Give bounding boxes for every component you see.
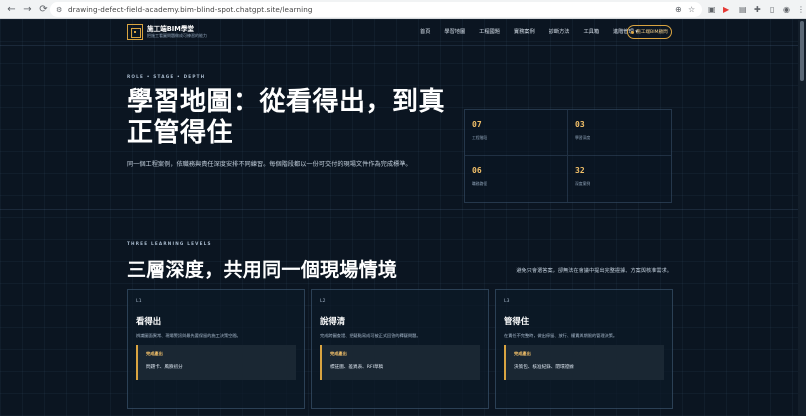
back-arrow-icon[interactable]: ← [5, 3, 18, 16]
cta-dot-icon [631, 30, 635, 34]
deliverable-box: 完成產出 標註圖、差異表、RFI草稿 [320, 345, 480, 380]
level-card-l3[interactable]: L3 管得住 在責任不完整時，做出停留、放行、權責與期限的管理決策。 完成產出 … [495, 289, 673, 409]
consultant-button[interactable]: 施工端BIM顧問 [627, 25, 672, 39]
stat-label: 職務路徑 [472, 181, 488, 186]
deliverable-value: 決策包、核准紀錄、閉環證據 [514, 365, 574, 370]
nav-toolbox[interactable]: 工具箱 [583, 28, 599, 35]
extension-icon-1[interactable]: ▣ [708, 3, 716, 15]
level-description: 在責任不完整時，做出停留、放行、權責與期限的管理決策。 [504, 333, 618, 338]
stat-value: 32 [575, 166, 585, 175]
deliverable-label: 完成產出 [330, 351, 347, 356]
deliverable-value: 標註圖、差異表、RFI草稿 [330, 365, 384, 370]
deliverable-box: 完成產出 問題卡、風險初分 [136, 345, 296, 380]
brand-logo-icon [127, 24, 143, 40]
level-cards: L1 看得出 辨識圖面異常、現場警訊與最先要保留的施工決策空間。 完成產出 問題… [127, 289, 673, 409]
stat-value: 06 [472, 166, 482, 175]
scrollbar-thumb[interactable] [800, 21, 804, 81]
stat-label: 工程階段 [472, 135, 488, 140]
browser-menu-icon[interactable]: ⋮ [797, 3, 805, 15]
hero-kicker: ROLE • STAGE • DEPTH [127, 74, 206, 79]
level-title: 看得出 [136, 316, 162, 326]
level-title: 管得住 [504, 316, 530, 326]
extensions-puzzle-icon[interactable]: ✚ [754, 3, 761, 15]
nav-learning-map[interactable]: 學習地圖 [444, 28, 465, 35]
brand[interactable]: 施工端BIM學堂 把施工看圖問題做成可練習的能力 [127, 24, 207, 40]
deliverable-box: 完成產出 決策包、核准紀錄、閉環證據 [504, 345, 664, 380]
section-divider [0, 209, 798, 210]
level-card-l1[interactable]: L1 看得出 辨識圖面異常、現場警訊與最先要保留的施工決策空間。 完成產出 問題… [127, 289, 305, 409]
page: 施工端BIM學堂 把施工看圖問題做成可練習的能力 首頁 學習地圖 工程國題 實務… [0, 19, 806, 416]
youtube-extension-icon[interactable]: ▶ [723, 3, 729, 15]
consultant-button-label: 施工端BIM顧問 [636, 30, 668, 35]
stat-card: 07 工程階段 [465, 110, 568, 156]
main-nav: 首頁 學習地圖 工程國題 實務案例 診斷方法 工具箱 進階管理 ▾ [420, 28, 638, 35]
brand-subtitle: 把施工看圖問題做成可練習的能力 [147, 33, 207, 38]
deliverable-value: 問題卡、風險初分 [146, 365, 183, 370]
level-title: 說得清 [320, 316, 346, 326]
extension-icon-2[interactable]: ▤ [739, 3, 747, 15]
nav-diagnostic-methods[interactable]: 診斷方法 [549, 28, 570, 35]
stat-value: 07 [472, 120, 482, 129]
stat-label: 深度案例 [575, 181, 591, 186]
nav-home[interactable]: 首頁 [420, 28, 430, 35]
zoom-icon[interactable]: ⊕ [675, 3, 682, 15]
stat-card: 03 學習深度 [568, 110, 671, 156]
level-description: 辨識圖面異常、現場警訊與最先要保留的施工決策空間。 [136, 333, 241, 338]
stat-card: 32 深度案例 [568, 156, 671, 202]
address-url[interactable]: drawing-defect-field-academy.bim-blind-s… [68, 5, 313, 14]
level-card-l2[interactable]: L2 說得清 完成跨圖查證、把疑點寫成可被正式回答的釋疑問題。 完成產出 標註圖… [311, 289, 489, 409]
site-header: 施工端BIM學堂 把施工看圖問題做成可練習的能力 首頁 學習地圖 工程國題 實務… [0, 19, 798, 46]
brand-title: 施工端BIM學堂 [147, 25, 195, 33]
page-scrollbar[interactable] [798, 19, 806, 416]
hero-description: 同一個工程案例，依職務與責任深度安排不同練習。每個階段都以一份可交付的現場文件作… [127, 161, 412, 168]
nav-engineering-topics[interactable]: 工程國題 [479, 28, 500, 35]
level-tag: L3 [504, 299, 510, 304]
deliverable-label: 完成產出 [514, 351, 531, 356]
site-info-icon[interactable]: ⚙ [56, 6, 64, 14]
stats-grid: 07 工程階段 03 學習深度 06 職務路徑 32 深度案例 [464, 109, 672, 203]
stat-card: 06 職務路徑 [465, 156, 568, 202]
sidebar-icon[interactable]: ▯ [770, 3, 774, 15]
level-tag: L2 [320, 299, 326, 304]
stat-label: 學習深度 [575, 135, 591, 140]
reload-icon[interactable]: ⟳ [37, 3, 50, 16]
stat-value: 03 [575, 120, 585, 129]
levels-title: 三層深度，共用同一個現場情境 [127, 259, 398, 281]
deliverable-label: 完成產出 [146, 351, 163, 356]
page-title: 學習地圖：從看得出，到真正管得住 [127, 87, 446, 148]
address-bar[interactable]: ⚙ drawing-defect-field-academy.bim-blind… [50, 2, 702, 17]
profile-avatar-icon[interactable]: ◉ [783, 3, 790, 15]
level-tag: L1 [136, 299, 142, 304]
levels-kicker: THREE LEARNING LEVELS [127, 241, 212, 246]
bookmark-star-icon[interactable]: ☆ [688, 3, 695, 15]
levels-aside: 避免只會選答案，卻無法在會議中提出完整證據、方案與核准需求。 [516, 268, 672, 274]
browser-toolbar: ← → ⟳ ⚙ drawing-defect-field-academy.bim… [0, 0, 806, 19]
forward-arrow-icon[interactable]: → [21, 3, 34, 16]
level-description: 完成跨圖查證、把疑點寫成可被正式回答的釋疑問題。 [320, 333, 421, 338]
nav-case-studies[interactable]: 實務案例 [514, 28, 535, 35]
